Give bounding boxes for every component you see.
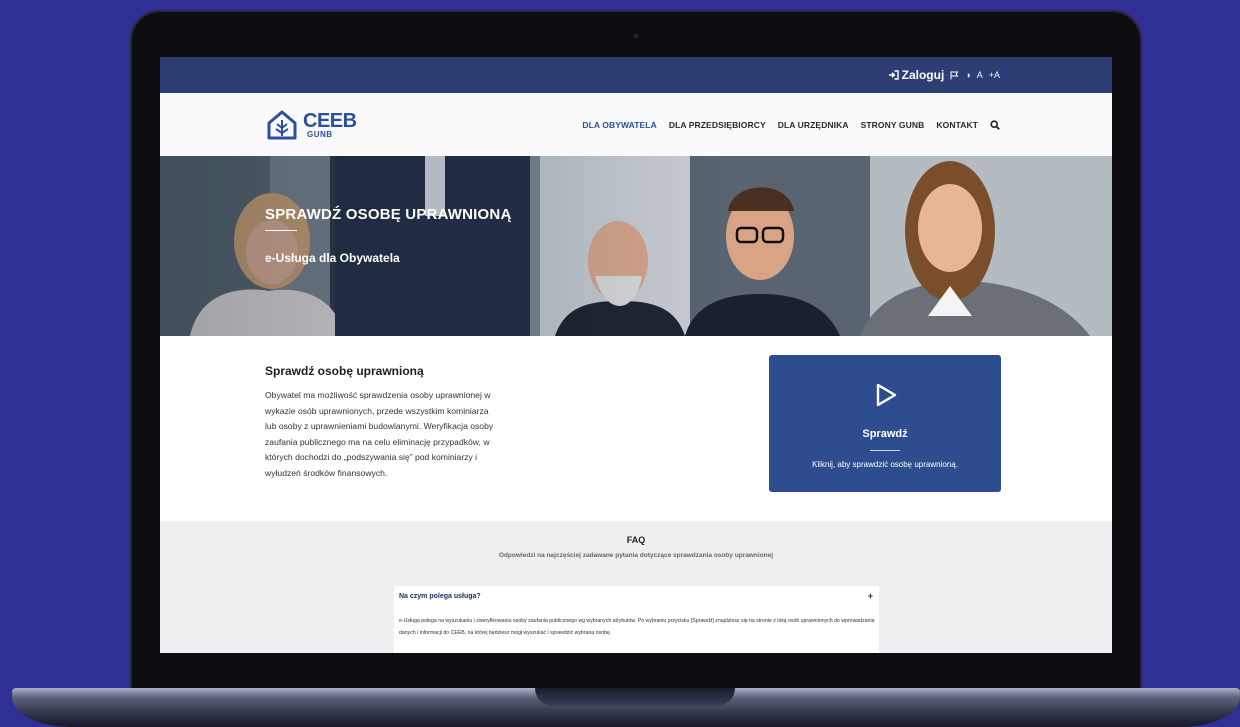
nav-dla-urzednika[interactable]: DLA URZĘDNIKA — [778, 120, 849, 130]
card-divider — [870, 450, 900, 451]
nav-kontakt[interactable]: KONTAKT — [936, 120, 978, 130]
hero-divider — [265, 230, 297, 231]
main-navigation: DLA OBYWATELA DLA PRZEDSIĘBIORCY DLA URZ… — [582, 93, 1000, 156]
flag-icon[interactable] — [950, 71, 959, 80]
login-button[interactable]: Zaloguj — [888, 68, 945, 82]
check-card-title: Sprawdź — [862, 428, 908, 440]
top-utility-bar: Zaloguj ◑ A +A — [160, 57, 1112, 93]
hero-subtitle: e-Usługa dla Obywatela — [265, 251, 400, 265]
check-person-card[interactable]: Sprawdź Kliknij, aby sprawdzić osobę upr… — [769, 355, 1001, 492]
faq-title: FAQ — [626, 535, 646, 545]
hero-title: SPRAWDŹ OSOBĘ UPRAWNIONĄ — [265, 206, 512, 223]
browser-screen: Zaloguj ◑ A +A CEEB GUNB DLA OBYWATELA D… — [160, 57, 1112, 653]
hero-overlay — [160, 156, 1112, 336]
screen-bezel-bottom — [160, 653, 1112, 689]
search-icon[interactable] — [990, 119, 1000, 130]
faq-item: Na czym polega usługa? + e-Usługa polega… — [394, 586, 879, 653]
play-icon — [876, 383, 897, 407]
contrast-icon[interactable]: ◑ — [965, 70, 970, 80]
laptop-base-notch — [535, 688, 735, 706]
font-increase-button[interactable]: +A — [989, 70, 1000, 80]
faq-answer: e-Usługa polega na wyszukaniu i zweryfik… — [399, 618, 875, 636]
nav-dla-przedsiebiorcy[interactable]: DLA PRZEDSIĘBIORCY — [669, 120, 766, 130]
ceeb-logo[interactable]: CEEB GUNB — [265, 109, 357, 141]
service-title: Sprawdź osobę uprawnioną — [265, 364, 424, 378]
nav-dla-obywatela[interactable]: DLA OBYWATELA — [582, 120, 657, 130]
login-label: Zaloguj — [901, 68, 945, 82]
service-description: Obywatel ma możliwość sprawdzenia osoby … — [265, 390, 494, 478]
nav-strony-gunb[interactable]: STRONY GUNB — [861, 120, 925, 130]
house-tree-icon — [267, 110, 297, 139]
faq-subtitle: Odpowiedzi na najczęściej zadawane pytan… — [498, 552, 774, 559]
font-decrease-button[interactable]: A — [977, 70, 983, 80]
service-content: Sprawdź osobę uprawnioną Obywatel ma moż… — [160, 336, 1112, 521]
site-header: CEEB GUNB DLA OBYWATELA DLA PRZEDSIĘBIOR… — [160, 93, 1112, 156]
faq-question[interactable]: Na czym polega usługa? — [399, 593, 481, 600]
logo-title: CEEB — [303, 109, 357, 132]
laptop-camera — [634, 34, 638, 38]
check-card-description: Kliknij, aby sprawdzić osobę uprawnioną. — [812, 460, 958, 469]
faq-toggle[interactable]: + — [868, 591, 873, 601]
sign-in-icon — [888, 70, 899, 80]
faq-section: FAQ Odpowiedzi na najczęściej zadawane p… — [160, 521, 1112, 653]
logo-subtitle: GUNB — [307, 129, 333, 139]
hero-banner: SPRAWDŹ OSOBĘ UPRAWNIONĄ e-Usługa dla Ob… — [160, 156, 1112, 336]
